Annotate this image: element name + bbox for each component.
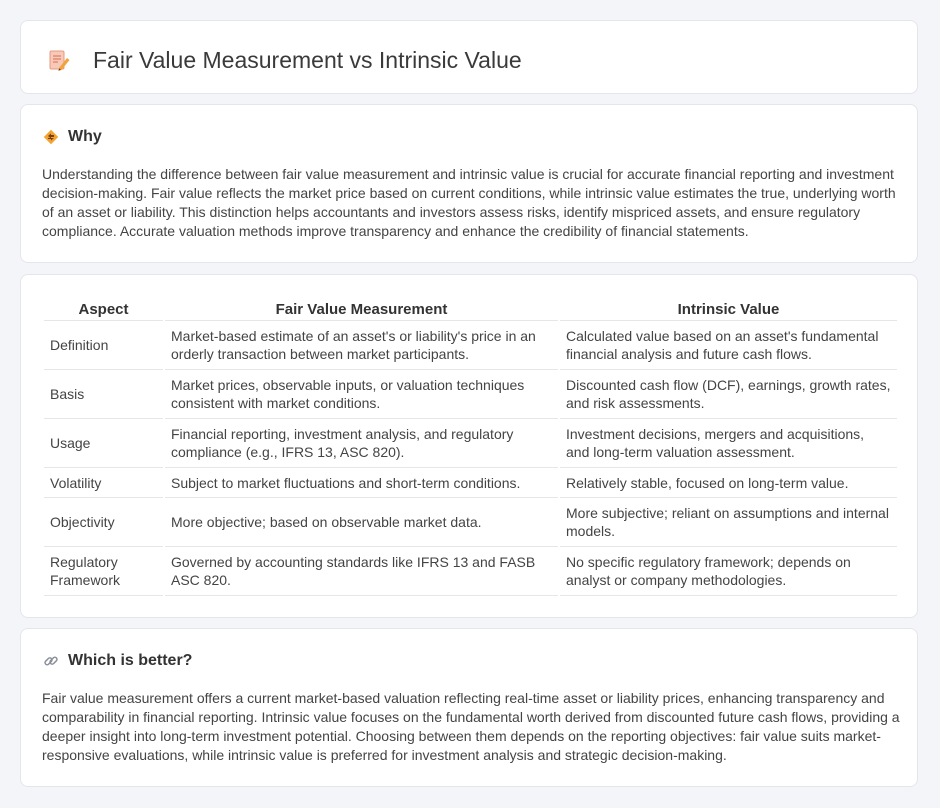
better-title: Which is better? xyxy=(68,652,193,669)
row-aspect: Regulatory Framework xyxy=(44,547,163,596)
row-intrinsic-value: Investment decisions, mergers and acquis… xyxy=(560,419,897,468)
table-row: Objectivity More objective; based on obs… xyxy=(44,498,897,547)
table-row: Definition Market-based estimate of an a… xyxy=(44,321,897,370)
row-intrinsic-value: Discounted cash flow (DCF), earnings, gr… xyxy=(560,370,897,419)
row-fair-value: Market-based estimate of an asset's or l… xyxy=(165,321,558,370)
comparison-section: Aspect Fair Value Measurement Intrinsic … xyxy=(20,274,918,618)
row-fair-value: Subject to market fluctuations and short… xyxy=(165,468,558,498)
title-card: Fair Value Measurement vs Intrinsic Valu… xyxy=(20,20,918,94)
why-header: Why xyxy=(43,127,102,147)
why-section: Why Understanding the difference between… xyxy=(20,104,918,263)
row-aspect: Usage xyxy=(44,419,163,468)
page-title: Fair Value Measurement vs Intrinsic Valu… xyxy=(93,47,522,73)
diamond-arrows-icon xyxy=(43,129,59,145)
comparison-table: Aspect Fair Value Measurement Intrinsic … xyxy=(42,296,899,596)
table-row: Regulatory Framework Governed by account… xyxy=(44,547,897,596)
table-row: Volatility Subject to market fluctuation… xyxy=(44,468,897,498)
row-intrinsic-value: Calculated value based on an asset's fun… xyxy=(560,321,897,370)
document-pencil-icon xyxy=(49,50,70,71)
row-intrinsic-value: More subjective; reliant on assumptions … xyxy=(560,498,897,547)
row-intrinsic-value: No specific regulatory framework; depend… xyxy=(560,547,897,596)
row-aspect: Basis xyxy=(44,370,163,419)
row-fair-value: Financial reporting, investment analysis… xyxy=(165,419,558,468)
row-fair-value: More objective; based on observable mark… xyxy=(165,498,558,547)
better-text: Fair value measurement offers a current … xyxy=(42,690,900,763)
row-intrinsic-value: Relatively stable, focused on long-term … xyxy=(560,468,897,498)
header-aspect: Aspect xyxy=(44,296,163,321)
link-icon xyxy=(44,656,58,666)
row-aspect: Definition xyxy=(44,321,163,370)
row-aspect: Volatility xyxy=(44,468,163,498)
better-header: Which is better? xyxy=(43,651,192,671)
title-row: Fair Value Measurement vs Intrinsic Valu… xyxy=(47,46,522,74)
row-fair-value: Governed by accounting standards like IF… xyxy=(165,547,558,596)
table-row: Usage Financial reporting, investment an… xyxy=(44,419,897,468)
row-aspect: Objectivity xyxy=(44,498,163,547)
table-header-row: Aspect Fair Value Measurement Intrinsic … xyxy=(44,296,897,321)
why-title: Why xyxy=(68,128,102,145)
table-row: Basis Market prices, observable inputs, … xyxy=(44,370,897,419)
header-intrinsic-value: Intrinsic Value xyxy=(560,296,897,321)
which-is-better-section: Which is better? Fair value measurement … xyxy=(20,628,918,787)
why-text: Understanding the difference between fai… xyxy=(42,166,896,239)
header-fair-value: Fair Value Measurement xyxy=(165,296,558,321)
row-fair-value: Market prices, observable inputs, or val… xyxy=(165,370,558,419)
